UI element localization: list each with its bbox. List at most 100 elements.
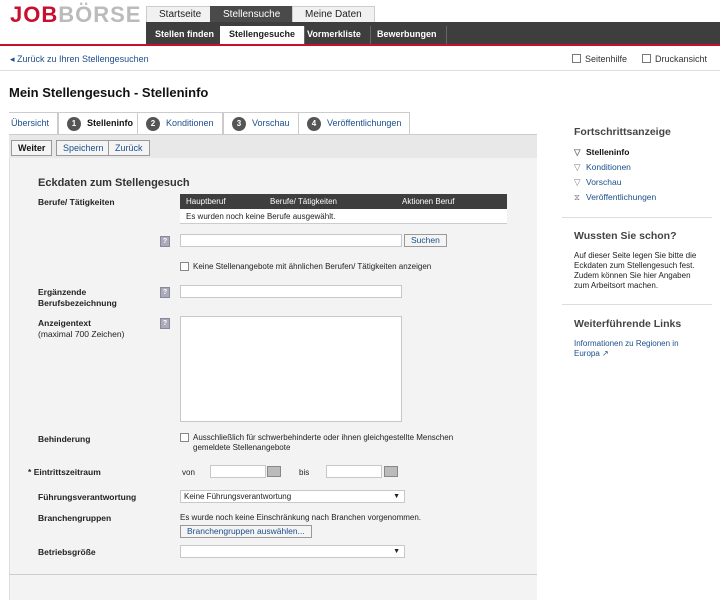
step-label: Vorschau xyxy=(252,118,290,128)
help-icon[interactable]: ? xyxy=(160,318,170,329)
extra-title-label-line2: Berufsbezeichnung xyxy=(38,298,117,308)
tab-meine-daten[interactable]: Meine Daten xyxy=(292,6,375,22)
sidebar-divider xyxy=(562,217,712,218)
help-page-icon xyxy=(572,54,581,63)
form-divider xyxy=(9,574,537,575)
section-title: Eckdaten zum Stellengesuch xyxy=(38,177,190,189)
ad-text-hint: (maximal 700 Zeichen) xyxy=(38,329,125,339)
step-number-badge: 4 xyxy=(307,117,321,131)
ad-text-label: Anzeigentext (maximal 700 Zeichen) xyxy=(38,318,124,340)
disability-text-line1: Ausschließlich für schwerbehinderte oder… xyxy=(193,433,454,442)
subtab-bewerbungen[interactable]: Bewerbungen xyxy=(368,26,447,44)
step-number-badge: 3 xyxy=(232,117,246,131)
step-number-badge: 1 xyxy=(67,117,81,131)
progress-check-icon: ▽ xyxy=(574,177,581,187)
table-empty-row: Es wurden noch keine Berufe ausgewählt. xyxy=(180,209,507,224)
print-view-label: Druckansicht xyxy=(655,54,708,64)
industry-text: Es wurde noch keine Einschränkung nach B… xyxy=(180,513,422,522)
column-header-occupations: Berufe/ Tätigkeiten xyxy=(270,197,338,206)
from-label: von xyxy=(182,468,195,477)
step-tab-vorschau[interactable]: 3 Vorschau xyxy=(223,112,299,134)
calendar-icon[interactable] xyxy=(384,466,398,477)
to-label: bis xyxy=(299,468,310,477)
progress-title: Fortschrittsanzeige xyxy=(574,126,671,138)
step-label: Veröffentlichungen xyxy=(327,118,402,128)
subtab-vormerkliste[interactable]: Vormerkliste xyxy=(298,26,371,44)
leadership-label: Führungsverantwortung xyxy=(38,492,137,502)
progress-item-stelleninfo[interactable]: ▽ Stelleninfo xyxy=(574,147,629,158)
info-line: Zudem können Sie hier Angaben xyxy=(574,271,691,280)
sub-navigation: Stellen finden Stellengesuche Vormerklis… xyxy=(146,22,720,44)
occupations-label: Berufe/ Tätigkeiten xyxy=(38,197,115,207)
company-size-select[interactable]: ▼ xyxy=(180,545,405,558)
start-from-input[interactable] xyxy=(210,465,266,478)
leadership-selected-value: Keine Führungsverantwortung xyxy=(184,492,292,501)
progress-check-icon: ▽ xyxy=(574,162,581,172)
next-button[interactable]: Weiter xyxy=(11,140,53,156)
tab-stellensuche[interactable]: Stellensuche xyxy=(210,6,294,22)
start-to-input[interactable] xyxy=(326,465,382,478)
jobboerse-logo[interactable]: JOBBÖRSE xyxy=(10,2,142,28)
step-tab-veroeffentlichungen[interactable]: 4 Veröffentlichungen xyxy=(298,112,411,134)
step-tab-stelleninfo[interactable]: 1 Stelleninfo xyxy=(58,112,143,134)
extra-title-label: Ergänzende Berufsbezeichnung xyxy=(38,287,117,309)
disability-text-line2: gemeldete Stellenangebote xyxy=(193,443,291,452)
chevron-down-icon: ▼ xyxy=(393,548,400,555)
save-button[interactable]: Speichern xyxy=(56,140,111,156)
table-header-row: Hauptberuf Berufe/ Tätigkeiten Aktionen … xyxy=(180,194,507,209)
action-button-bar: Weiter Speichern Zurück xyxy=(9,134,537,158)
info-line: Auf dieser Seite legen Sie bitte die xyxy=(574,251,697,260)
tab-startseite[interactable]: Startseite xyxy=(146,6,215,22)
print-view-link[interactable]: Druckansicht xyxy=(642,54,707,64)
extra-title-label-line1: Ergänzende xyxy=(38,287,87,297)
ad-text-textarea[interactable] xyxy=(180,316,402,422)
header-divider xyxy=(0,44,720,46)
industry-label: Branchengruppen xyxy=(38,513,112,523)
progress-item-vorschau[interactable]: ▽ Vorschau xyxy=(574,177,621,188)
link-line: Informationen zu Regionen in xyxy=(574,339,679,348)
subtab-stellengesuche[interactable]: Stellengesuche xyxy=(220,26,306,44)
disability-checkbox[interactable] xyxy=(180,433,189,442)
select-industries-button[interactable]: Branchengruppen auswählen... xyxy=(180,525,312,538)
calendar-icon[interactable] xyxy=(267,466,281,477)
step-tab-overview[interactable]: Übersicht xyxy=(9,112,59,134)
step-number-badge: 2 xyxy=(146,117,160,131)
ad-text-label-main: Anzeigentext xyxy=(38,318,91,328)
back-to-requests-link[interactable]: ◂ Zurück zu Ihren Stellengesuchen xyxy=(10,54,149,65)
start-period-label: * Eintrittszeitraum xyxy=(28,467,101,478)
sidebar-divider xyxy=(562,304,712,305)
subtab-stellen-finden[interactable]: Stellen finden xyxy=(146,26,225,44)
sidebar: Fortschrittsanzeige ▽ Stelleninfo ▽ Kondit… xyxy=(562,112,712,372)
progress-item-label: Konditionen xyxy=(586,162,631,172)
leadership-select[interactable]: Keine Führungsverantwortung ▼ xyxy=(180,490,405,503)
no-similar-checkbox[interactable] xyxy=(180,262,189,271)
did-you-know-text: Auf dieser Seite legen Sie bitte die Eck… xyxy=(574,251,712,291)
back-arrow-icon: ◂ xyxy=(10,54,18,64)
occupations-table: Hauptberuf Berufe/ Tätigkeiten Aktionen … xyxy=(180,194,507,228)
europe-regions-link[interactable]: Informationen zu Regionen in Europa ↗ xyxy=(574,339,679,359)
link-line: Europa xyxy=(574,349,600,358)
page-title: Mein Stellengesuch - Stelleninfo xyxy=(9,85,209,100)
help-icon[interactable]: ? xyxy=(160,236,170,247)
progress-item-label: Vorschau xyxy=(586,177,622,187)
step-label: Übersicht xyxy=(11,118,50,128)
back-button[interactable]: Zurück xyxy=(108,140,150,156)
start-period-label-text: Eintrittszeitraum xyxy=(33,467,101,477)
logo-grey-part: BÖRSE xyxy=(58,2,142,27)
extra-title-input[interactable] xyxy=(180,285,402,298)
progress-item-konditionen[interactable]: ▽ Konditionen xyxy=(574,162,631,173)
step-tab-konditionen[interactable]: 2 Konditionen xyxy=(137,112,223,134)
company-size-label: Betriebsgröße xyxy=(38,547,96,557)
step-label: Stelleninfo xyxy=(87,118,134,128)
disability-text: Ausschließlich für schwerbehinderte oder… xyxy=(193,433,453,453)
column-header-main: Hauptberuf xyxy=(186,197,226,206)
page-help-link[interactable]: Seitenhilfe xyxy=(572,54,627,64)
utility-divider xyxy=(0,70,720,71)
help-icon[interactable]: ? xyxy=(160,287,170,298)
search-button[interactable]: Suchen xyxy=(404,234,447,247)
info-line: Eckdaten zum Stellengesuch fest. xyxy=(574,261,695,270)
progress-item-veroeffentlichungen[interactable]: ⧖ Veröffentlichungen xyxy=(574,192,656,203)
occupation-search-input[interactable] xyxy=(180,234,402,247)
required-marker: * xyxy=(28,467,32,477)
disability-label: Behinderung xyxy=(38,434,91,444)
